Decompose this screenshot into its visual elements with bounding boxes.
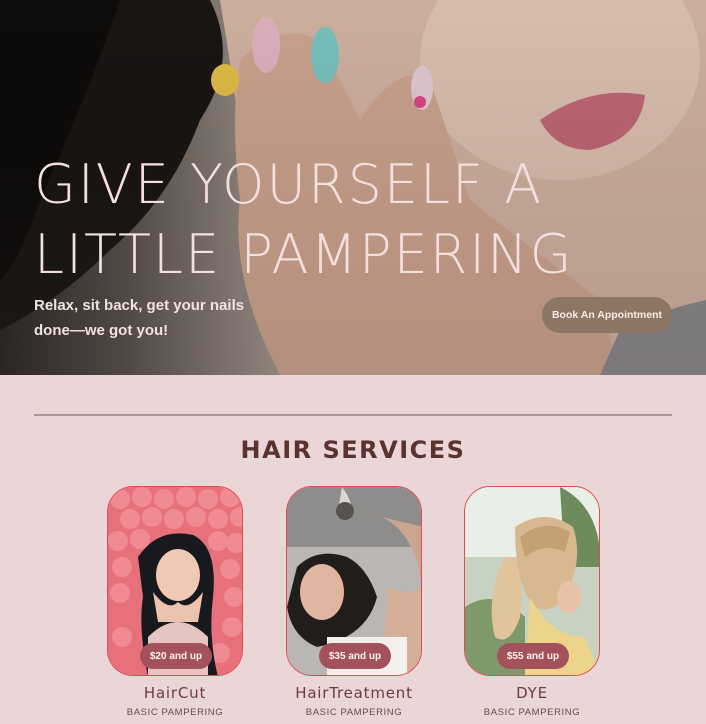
service-card-dye[interactable]: $55 and up DYE BASIC PAMPERING <box>464 486 600 718</box>
service-tag: BASIC PAMPERING <box>126 707 224 718</box>
service-image-hairtreatment[interactable]: $35 and up <box>286 486 422 676</box>
service-tag: BASIC PAMPERING <box>305 707 403 718</box>
book-appointment-button[interactable]: Book An Appointment <box>542 297 672 333</box>
price-badge: $55 and up <box>497 643 569 669</box>
service-image-haircut[interactable]: $20 and up <box>107 486 243 676</box>
service-tag: BASIC PAMPERING <box>483 707 581 718</box>
hero-section: GIVE YOURSELF A LITTLE PAMPERING Relax, … <box>0 0 706 375</box>
service-image-dye[interactable]: $55 and up <box>464 486 600 676</box>
service-name[interactable]: HairTreatment <box>286 684 422 702</box>
section-title: HAIR SERVICES <box>240 436 466 464</box>
service-name[interactable]: HairCut <box>107 684 243 702</box>
hero-title: GIVE YOURSELF A LITTLE PAMPERING <box>34 153 574 286</box>
service-card-haircut[interactable]: $20 and up HairCut BASIC PAMPERING <box>107 486 243 718</box>
price-badge: $20 and up <box>140 643 212 669</box>
service-card-hairtreatment[interactable]: $35 and up HairTreatment BASIC PAMPERING <box>286 486 422 718</box>
section-divider <box>34 414 672 416</box>
price-badge: $35 and up <box>319 643 391 669</box>
service-name[interactable]: DYE <box>464 684 600 702</box>
hero-subtitle: Relax, sit back, get your nails done—we … <box>34 297 245 339</box>
